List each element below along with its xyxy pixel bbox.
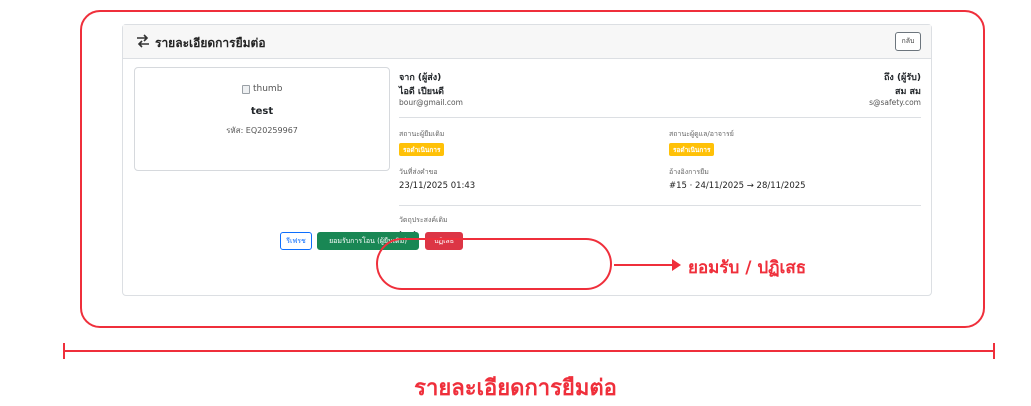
sender-name: ไอดี เปียนดี	[399, 87, 444, 97]
dimension-line	[64, 350, 994, 352]
item-code: รหัส: EQ20259967	[226, 126, 298, 135]
item-thumbnail: thumb	[242, 84, 282, 94]
receiver-name: สม สม	[895, 87, 921, 97]
sender-email: bour@gmail.com	[399, 98, 463, 107]
item-summary-card: thumb test รหัส: EQ20259967	[134, 67, 390, 171]
arrow-head-icon	[672, 259, 681, 271]
back-button[interactable]: กลับ	[895, 32, 921, 51]
swap-arrows-icon	[137, 34, 149, 48]
sent-date-label: วันที่ส่งคำขอ	[399, 168, 438, 176]
dimension-tick-right	[993, 343, 995, 359]
card-header: รายละเอียดการยืมต่อ กลับ	[123, 25, 931, 59]
borrow-ref-label: อ้างอิงการยืม	[669, 168, 709, 176]
receiver-label: ถึง (ผู้รับ)	[883, 73, 921, 83]
sent-date-value: 23/11/2025 01:43	[399, 181, 476, 191]
supervisor-status-badge: รอดำเนินการ	[669, 143, 715, 156]
sender-label: จาก (ผู้ส่ง)	[399, 73, 442, 83]
borrower-status-label: สถานะผู้ยืมเดิม	[399, 130, 445, 138]
callout-arrow	[614, 264, 674, 266]
divider	[399, 117, 921, 118]
page-title: รายละเอียดการยืมต่อ	[155, 36, 266, 50]
item-name: test	[250, 106, 274, 117]
buttons-highlight-oval	[376, 238, 612, 290]
purpose-label: วัตถุประสงค์เดิม	[399, 216, 448, 224]
figure-caption: รายละเอียดการยืมต่อ	[414, 376, 617, 401]
callout-label: ยอมรับ / ปฏิเสธ	[688, 258, 807, 278]
divider	[399, 205, 921, 206]
broken-image-icon	[242, 84, 250, 94]
refresh-button[interactable]: รีเฟรช	[280, 232, 312, 250]
supervisor-status-label: สถานะผู้ดูแล/อาจารย์	[669, 130, 734, 138]
thumbnail-alt-text: thumb	[253, 84, 283, 94]
borrow-ref-value: #15 · 24/11/2025 → 28/11/2025	[669, 181, 806, 191]
receiver-email: s@safety.com	[869, 98, 921, 107]
borrower-status-badge: รอดำเนินการ	[399, 143, 445, 156]
